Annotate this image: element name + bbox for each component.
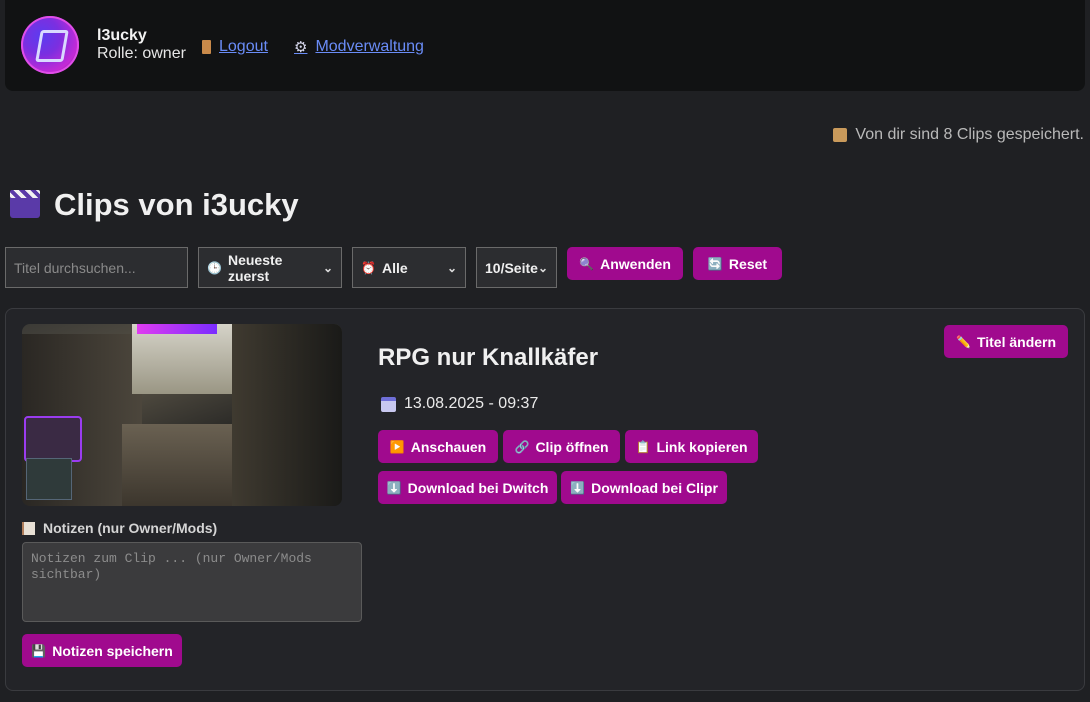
clock-icon: 🕒 <box>207 260 222 275</box>
open-clip-label: Clip öffnen <box>535 438 609 455</box>
download-arrow-icon: ⬇️ <box>570 480 586 495</box>
download-dwitch-button[interactable]: ⬇️ Download bei Dwitch <box>378 471 557 504</box>
download-clipr-button[interactable]: ⬇️ Download bei Clipr <box>561 471 727 504</box>
watch-button[interactable]: ▶️ Anschauen <box>378 430 498 463</box>
notes-label-text: Notizen (nur Owner/Mods) <box>43 520 218 536</box>
type-value: Alle <box>381 259 408 276</box>
clip-title: RPG nur Knallkäfer <box>378 344 599 371</box>
clip-thumbnail[interactable] <box>22 324 342 506</box>
rename-title-label: Titel ändern <box>976 333 1057 350</box>
pencil-icon: ✏️ <box>955 334 971 349</box>
reset-button[interactable]: 🔄 Reset <box>693 247 782 280</box>
minimap-overlay <box>26 458 72 500</box>
user-block: l3ucky Rolle: owner <box>97 27 186 63</box>
apply-label: Anwenden <box>600 255 671 272</box>
saved-clips-text: Von dir sind 8 Clips gespeichert. <box>855 126 1084 143</box>
magnifier-icon: 🔍 <box>579 256 595 271</box>
modverwaltung-label: Modverwaltung <box>315 38 424 55</box>
watch-label: Anschauen <box>410 438 487 455</box>
notes-label: Notizen (nur Owner/Mods) <box>22 520 217 536</box>
type-select[interactable]: ⏰ Alle ⌄ <box>352 247 466 288</box>
clip-date: 13.08.2025 - 09:37 <box>381 395 538 413</box>
reset-label: Reset <box>728 255 768 272</box>
copy-link-button[interactable]: 📋 Link kopieren <box>625 430 758 463</box>
door-icon <box>202 40 211 54</box>
page-title: Clips von i3ucky <box>10 187 299 223</box>
clapperboard-icon <box>10 190 40 218</box>
per-page-select[interactable]: 10/Seite ⌄ <box>476 247 557 288</box>
copy-link-label: Link kopieren <box>656 438 748 455</box>
webcam-overlay <box>24 416 82 462</box>
apply-button[interactable]: 🔍 Anwenden <box>567 247 683 280</box>
package-icon <box>833 128 848 142</box>
notes-placeholder: Notizen zum Clip ... (nur Owner/Mods sic… <box>31 551 312 582</box>
page-title-text: Clips von i3ucky <box>54 187 299 222</box>
save-notes-label: Notizen speichern <box>52 642 173 659</box>
modverwaltung-link[interactable]: ⚙ Modverwaltung <box>294 38 424 56</box>
clip-date-text: 13.08.2025 - 09:37 <box>404 395 539 412</box>
calendar-icon <box>381 396 396 412</box>
logout-link[interactable]: Logout <box>202 38 268 56</box>
memo-icon <box>22 521 35 535</box>
sort-select[interactable]: 🕒 Neueste zuerst ⌄ <box>198 247 342 288</box>
chevron-down-icon: ⌄ <box>537 260 548 275</box>
rename-title-button[interactable]: ✏️ Titel ändern <box>944 325 1068 358</box>
download-arrow-icon: ⬇️ <box>386 480 402 495</box>
per-page-value: 10/Seite <box>485 259 538 276</box>
alarm-clock-icon: ⏰ <box>361 260 376 275</box>
logout-label: Logout <box>219 38 268 55</box>
floppy-disk-icon: 💾 <box>31 643 47 658</box>
refresh-icon: 🔄 <box>707 256 723 271</box>
gear-icon: ⚙ <box>294 39 308 56</box>
chevron-down-icon: ⌄ <box>322 260 333 275</box>
search-input[interactable]: Titel durchsuchen... <box>5 247 188 288</box>
user-role: Rolle: owner <box>97 45 186 62</box>
download-dwitch-label: Download bei Dwitch <box>407 479 549 496</box>
top-header: l3ucky Rolle: owner Logout ⚙ Modverwaltu… <box>5 0 1085 91</box>
notes-textarea[interactable]: Notizen zum Clip ... (nur Owner/Mods sic… <box>22 542 362 622</box>
link-icon: 🔗 <box>514 439 530 454</box>
search-placeholder: Titel durchsuchen... <box>14 259 136 276</box>
username: l3ucky <box>97 27 147 44</box>
play-icon: ▶️ <box>389 439 405 454</box>
clipboard-icon: 📋 <box>635 439 651 454</box>
open-clip-button[interactable]: 🔗 Clip öffnen <box>503 430 620 463</box>
save-notes-button[interactable]: 💾 Notizen speichern <box>22 634 182 667</box>
download-clipr-label: Download bei Clipr <box>591 479 718 496</box>
saved-clips-info: Von dir sind 8 Clips gespeichert. <box>833 126 1084 144</box>
chevron-down-icon: ⌄ <box>446 260 457 275</box>
sort-value: Neueste zuerst <box>227 251 283 284</box>
avatar <box>21 16 79 74</box>
